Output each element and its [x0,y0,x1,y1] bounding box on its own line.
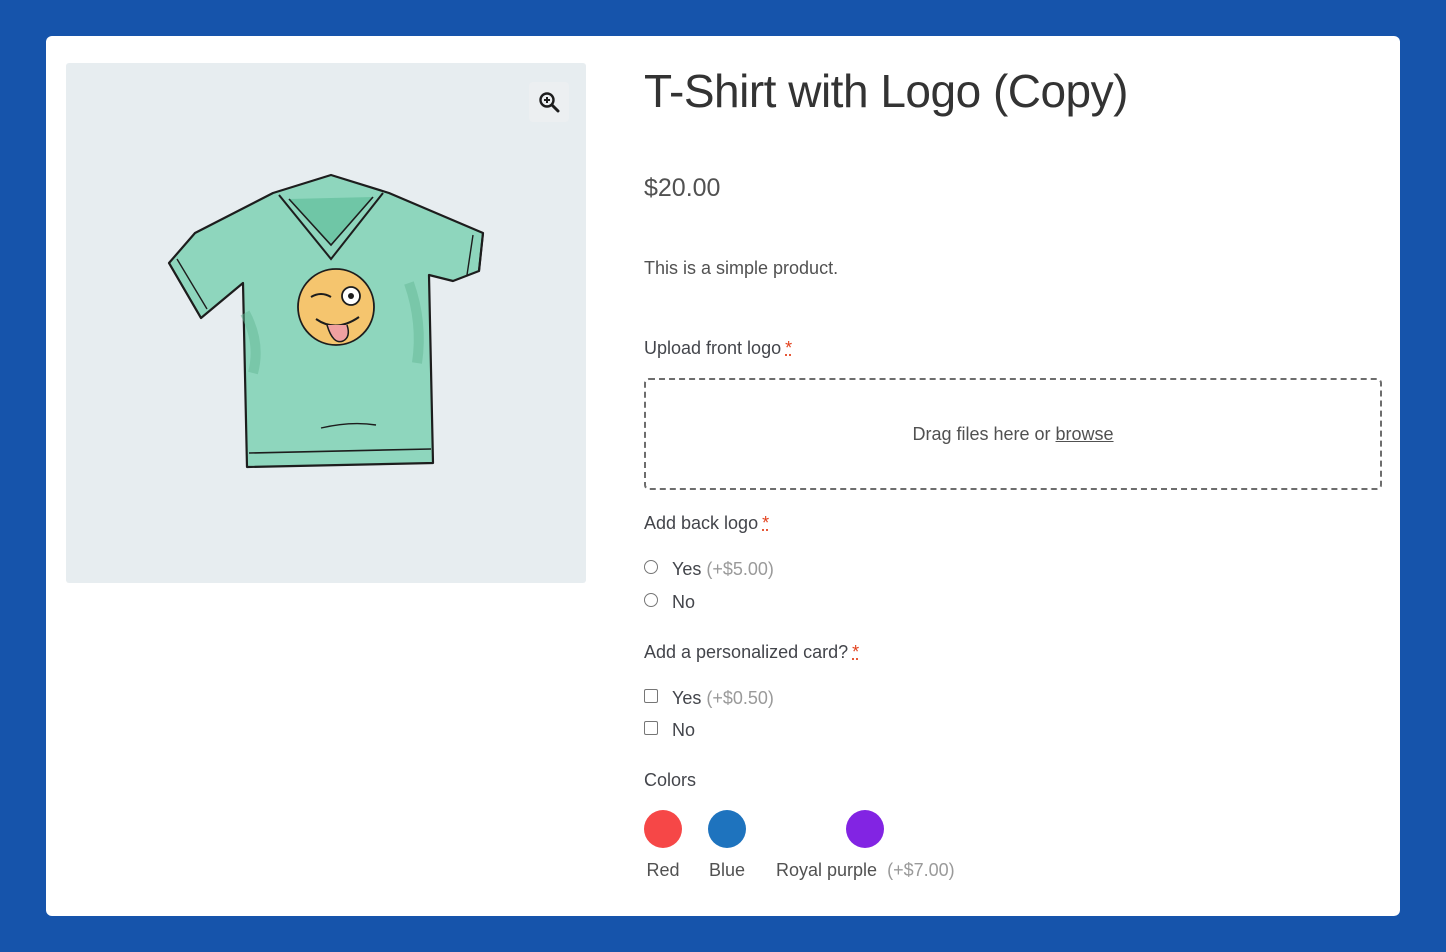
swatch-label: Red [646,860,679,881]
swatch-label: Royal purple (+$7.00) [776,860,955,881]
product-gallery [66,63,586,583]
color-swatch-royal-purple[interactable]: Royal purple (+$7.00) [776,810,955,881]
colors-label: Colors [644,770,697,790]
back-logo-label: Add back logo * [644,513,769,534]
color-swatch-red[interactable]: Red [644,810,682,881]
back-logo-option-yes[interactable]: Yes (+$5.00) [644,558,774,580]
product-description: This is a simple product. [644,258,839,278]
option-label: Yes [672,687,702,708]
zoom-in-icon [539,92,560,113]
radio-button[interactable] [644,593,658,607]
product-card: T-Shirt with Logo (Copy) $20.00 This is … [46,36,1400,916]
tshirt-image [167,173,485,469]
checkbox[interactable] [644,689,658,703]
swatch-dot[interactable] [644,810,682,848]
option-label: Yes [672,558,702,579]
file-dropzone[interactable]: Drag files here or browse [644,378,1382,490]
personalized-card-label-text: Add a personalized card? [644,642,849,662]
swatch-price: (+$7.00) [887,860,955,880]
back-logo-label-text: Add back logo [644,513,759,533]
swatch-label-text: Red [646,860,680,880]
color-swatch-blue[interactable]: Blue [708,810,746,881]
product-price: $20.00 [644,174,721,202]
option-price: (+$5.00) [706,558,774,579]
back-logo-option-no[interactable]: No [644,591,695,613]
dropzone-text: Drag files here or [912,423,1051,444]
swatch-label-text: Blue [708,860,746,880]
card-option-no[interactable]: No [644,719,695,741]
card-option-yes[interactable]: Yes (+$0.50) [644,687,774,709]
swatch-label: Blue [709,860,745,881]
required-marker: * [852,642,860,662]
checkbox[interactable] [644,721,658,735]
swatch-dot[interactable] [846,810,885,848]
product-title: T-Shirt with Logo (Copy) [644,65,1128,117]
required-marker: * [762,513,770,533]
personalized-card-label: Add a personalized card? * [644,642,859,663]
zoom-button[interactable] [529,82,569,122]
browse-link[interactable]: browse [1056,424,1114,445]
option-price: (+$0.50) [706,687,774,708]
front-logo-label: Upload front logo * [644,338,792,359]
swatch-label-text: Royal purple [776,860,878,880]
required-marker: * [785,338,793,358]
option-label: No [672,719,696,740]
swatch-dot[interactable] [708,810,746,848]
radio-button[interactable] [644,560,658,574]
front-logo-label-text: Upload front logo [644,338,782,358]
option-label: No [672,591,696,612]
